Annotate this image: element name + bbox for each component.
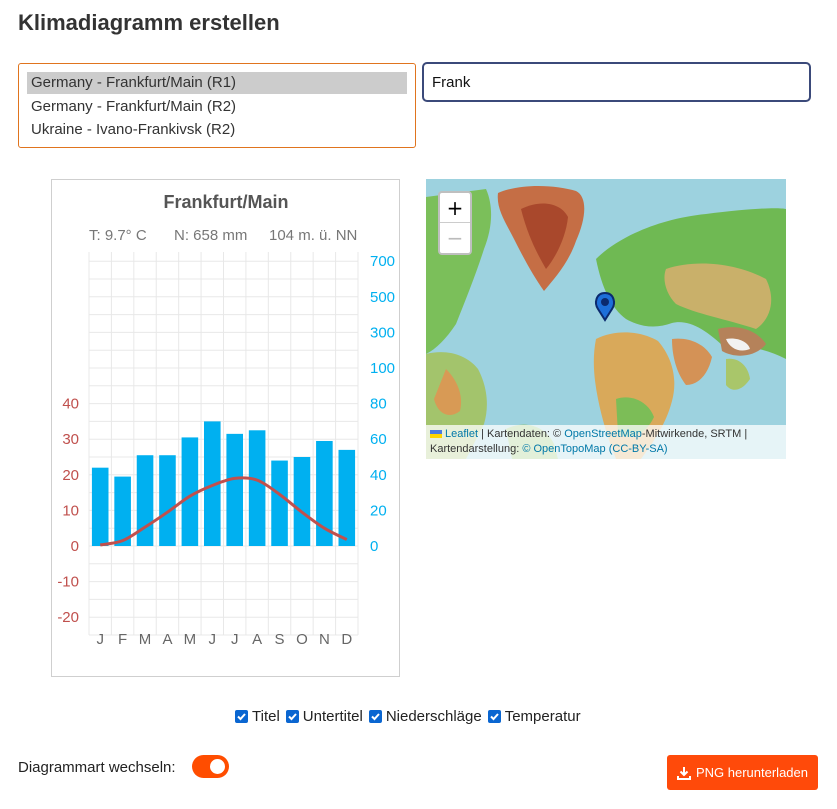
chart-title: Frankfurt/Main xyxy=(163,192,288,212)
month-label: N xyxy=(319,631,330,648)
ukraine-flag-icon xyxy=(430,430,442,439)
untertitel-label: Untertitel xyxy=(302,708,363,725)
precip-axis-tick: 500 xyxy=(370,289,395,306)
month-label: D xyxy=(341,631,352,648)
search-result-item[interactable]: Germany - Frankfurt/Main (R1) xyxy=(27,72,407,94)
month-label: J xyxy=(96,631,104,648)
opentopomap-link[interactable]: © OpenTopoMap (CC-BY-SA) xyxy=(522,443,667,455)
climate-chart: Frankfurt/Main T: 9.7° C N: 658 mm 104 m… xyxy=(51,179,400,677)
month-label: O xyxy=(296,631,308,648)
titel-label: Titel xyxy=(252,708,280,725)
toggle-knob xyxy=(210,759,225,774)
precipitation-bar xyxy=(226,433,244,546)
titel-checkbox[interactable]: Titel xyxy=(235,708,280,725)
checkbox-checked-icon xyxy=(235,710,248,723)
temp-axis-tick: -20 xyxy=(57,609,79,626)
precip-axis-tick: 80 xyxy=(370,396,387,413)
month-label: A xyxy=(252,631,262,648)
map-attribution: Leaflet | Kartendaten: © OpenStreetMap-M… xyxy=(426,425,786,459)
attribution-text-1: | Kartendaten: © xyxy=(478,428,565,440)
search-result-item[interactable]: Ukraine - Ivano-Frankivsk (R2) xyxy=(27,119,407,141)
download-label: PNG herunterladen xyxy=(695,765,808,780)
month-label: S xyxy=(275,631,285,648)
chart-subtitle-precip: N: 658 mm xyxy=(174,227,247,244)
zoom-in-button[interactable]: + xyxy=(440,193,470,223)
checkbox-checked-icon xyxy=(285,710,299,723)
chart-subtitle-elevation: 104 m. ü. NN xyxy=(269,227,357,244)
precipitation-bar xyxy=(91,467,109,546)
month-label: M xyxy=(139,631,152,648)
download-icon xyxy=(676,766,691,780)
precip-axis-tick: 300 xyxy=(370,324,395,341)
precip-axis-tick: 40 xyxy=(370,467,387,484)
climate-chart-svg: Frankfurt/Main T: 9.7° C N: 658 mm 104 m… xyxy=(57,192,395,648)
temperatur-checkbox[interactable]: Temperatur xyxy=(487,708,581,725)
temp-axis-tick: 10 xyxy=(62,502,79,519)
search-result-item[interactable]: Germany - Frankfurt/Main (R2) xyxy=(27,96,407,118)
checkbox-checked-icon xyxy=(368,710,382,723)
chart-subtitle-temp: T: 9.7° C xyxy=(89,227,147,244)
temp-axis-tick: 40 xyxy=(62,396,79,413)
location-map[interactable]: + − Leaflet | Kartendaten: © OpenStreetM… xyxy=(426,179,786,459)
leaflet-link[interactable]: Leaflet xyxy=(445,428,478,440)
month-label: J xyxy=(209,631,217,648)
chart-type-toggle[interactable] xyxy=(192,755,229,778)
precip-axis-tick: 20 xyxy=(370,502,387,519)
month-label: J xyxy=(231,631,239,648)
checkbox-checked-icon xyxy=(487,710,501,723)
niederschlaege-checkbox[interactable]: Niederschläge xyxy=(368,708,482,725)
precip-axis-tick: 60 xyxy=(370,431,387,448)
page-title: Klimadiagramm erstellen xyxy=(18,10,280,35)
precipitation-bar xyxy=(293,457,311,546)
precipitation-bar xyxy=(248,430,266,546)
chart-options: Titel Untertitel Niederschläge Temperatu… xyxy=(235,708,587,725)
temp-axis-tick: 0 xyxy=(71,538,79,555)
temp-axis-tick: 30 xyxy=(62,431,79,448)
precipitation-bar xyxy=(114,476,131,546)
month-label: M xyxy=(184,631,197,648)
precipitation-bar xyxy=(338,449,356,546)
month-label: F xyxy=(118,631,127,648)
niederschlaege-label: Niederschläge xyxy=(385,708,482,725)
zoom-control: + − xyxy=(438,191,472,255)
location-search-input[interactable] xyxy=(422,62,811,102)
untertitel-checkbox[interactable]: Untertitel xyxy=(285,708,363,725)
chart-type-switch-label: Diagrammart wechseln: xyxy=(18,759,176,776)
zoom-out-button[interactable]: − xyxy=(440,223,470,253)
precipitation-bar xyxy=(159,455,176,546)
search-results-list: Germany - Frankfurt/Main (R1) Germany - … xyxy=(18,63,416,148)
temperatur-label: Temperatur xyxy=(504,708,581,725)
precip-axis-tick: 100 xyxy=(370,360,395,377)
osm-link[interactable]: OpenStreetMap xyxy=(564,428,642,440)
precip-axis-tick: 0 xyxy=(370,538,378,555)
month-label: A xyxy=(162,631,172,648)
download-png-button[interactable]: PNG herunterladen xyxy=(667,755,818,790)
map-tiles xyxy=(426,179,786,459)
temp-axis-tick: -10 xyxy=(57,574,79,591)
precipitation-bar xyxy=(271,460,288,546)
temp-axis-tick: 20 xyxy=(62,467,79,484)
precip-axis-tick: 700 xyxy=(370,253,395,270)
